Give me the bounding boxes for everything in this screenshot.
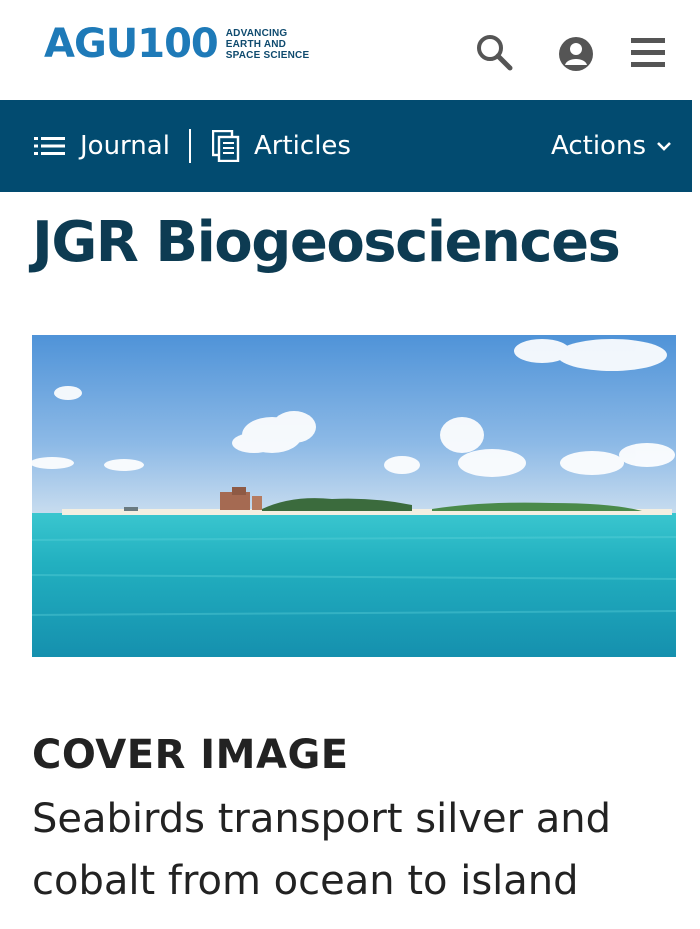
articles-menu-button[interactable]: Articles: [212, 100, 351, 192]
search-icon: [477, 35, 513, 71]
journal-nav-bar: Journal Articles Actions: [0, 100, 692, 192]
account-button[interactable]: [556, 32, 596, 72]
nav-divider: [189, 129, 191, 163]
journal-menu-button[interactable]: Journal: [34, 100, 170, 192]
search-button[interactable]: [474, 32, 514, 72]
logo-tagline-line: SPACE SCIENCE: [225, 49, 310, 61]
articles-icon: [212, 130, 240, 162]
cover-image-description[interactable]: Seabirds transport silver and cobalt fro…: [32, 788, 672, 912]
logo-tagline-line: EARTH AND: [225, 38, 287, 50]
cover-image[interactable]: [32, 335, 676, 657]
account-icon: [559, 37, 593, 71]
list-icon: [34, 137, 65, 155]
logo-tagline: ADVANCING EARTH AND SPACE SCIENCE: [226, 28, 310, 61]
articles-label: Articles: [254, 131, 351, 161]
site-header: AGU100 ADVANCING EARTH AND SPACE SCIENCE: [0, 0, 700, 100]
logo-text: AGU100: [44, 21, 219, 67]
cover-image-label: COVER IMAGE: [32, 732, 349, 778]
menu-button[interactable]: [628, 32, 668, 72]
journal-title[interactable]: JGR Biogeosciences: [32, 208, 621, 278]
menu-icon: [631, 38, 665, 67]
journal-label: Journal: [80, 131, 170, 161]
logo-tagline-line: ADVANCING: [225, 27, 288, 39]
page: AGU100 ADVANCING EARTH AND SPACE SCIENCE: [0, 0, 700, 929]
chevron-down-icon: [657, 142, 671, 151]
actions-label: Actions: [551, 131, 646, 161]
actions-dropdown[interactable]: Actions: [551, 100, 672, 192]
island-photo: [32, 335, 676, 657]
agu100-logo[interactable]: AGU100 ADVANCING EARTH AND SPACE SCIENCE: [44, 22, 309, 66]
